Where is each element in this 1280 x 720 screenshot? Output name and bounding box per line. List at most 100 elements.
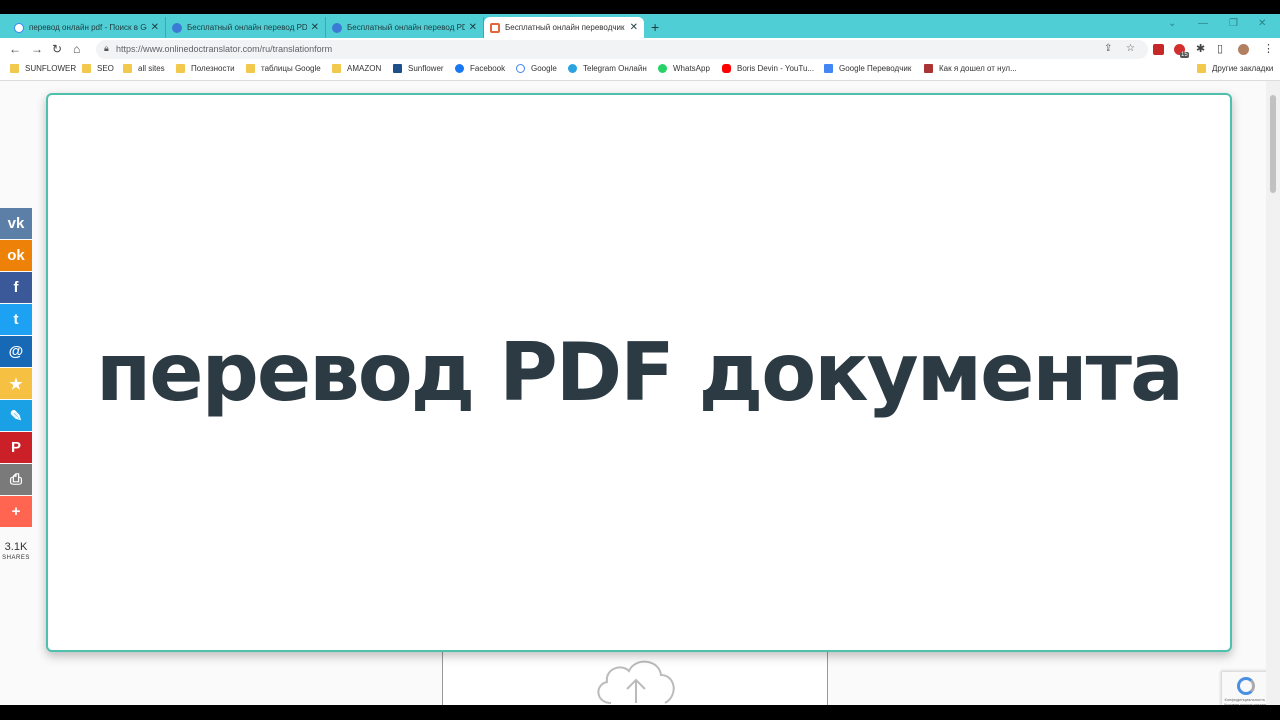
bookmark-seo[interactable]: SEO (82, 64, 114, 73)
address-bar[interactable]: 🔒︎ https://www.onlinedoctranslator.com/r… (96, 40, 1148, 59)
restore-icon[interactable]: ❐ (1229, 18, 1238, 29)
odnoklassniki-icon: ok (7, 247, 25, 264)
sunflower-icon (393, 64, 402, 73)
tab-title: Бесплатный онлайн перевод PDF (187, 23, 307, 32)
bookmark-whatsapp[interactable]: WhatsApp (658, 64, 710, 73)
bookmark-label: Другие закладки (1212, 64, 1274, 73)
tab-translator-1[interactable]: Бесплатный онлайн перевод PDF ✕ (166, 17, 326, 38)
share-twitter-button[interactable]: t (0, 304, 32, 335)
bookmark-telegram[interactable]: Telegram Онлайн (568, 64, 647, 73)
bookmark-google[interactable]: Google (516, 64, 557, 73)
new-tab-button[interactable]: + (651, 19, 659, 35)
bookmark-label: Boris Devin - YouTu... (737, 64, 815, 73)
tab-strip: перевод онлайн pdf - Поиск в Google ✕ Бе… (0, 14, 1280, 38)
side-panel-icon[interactable]: ▯ (1217, 42, 1223, 55)
folder-icon (176, 64, 185, 73)
translator-icon (172, 22, 182, 33)
scrollbar-thumb[interactable] (1270, 95, 1276, 193)
twitter-icon: t (13, 311, 19, 328)
close-icon[interactable]: ✕ (311, 22, 319, 33)
close-icon[interactable]: ✕ (469, 22, 477, 33)
whatsapp-icon (658, 64, 667, 73)
facebook-icon: f (13, 279, 19, 296)
bookmark-label: Как я дошел от нул... (939, 64, 1017, 73)
close-window-icon[interactable]: ✕ (1258, 18, 1266, 29)
youtube-icon (722, 64, 731, 73)
bookmark-youtube[interactable]: Boris Devin - YouTu... (722, 64, 814, 73)
print-icon: ⎙ (9, 471, 22, 488)
onlinedoctranslator-icon (490, 22, 500, 33)
share-more-button[interactable]: + (0, 496, 32, 527)
tab-translator-2[interactable]: Бесплатный онлайн перевод PDF ✕ (326, 17, 484, 38)
extensions-puzzle-icon[interactable]: ✱ (1196, 42, 1205, 55)
bookmark-google-translate[interactable]: Google Переводчик (824, 64, 911, 73)
share-pinterest-button[interactable]: P (0, 432, 32, 463)
vk-icon: vk (7, 215, 25, 232)
tab-search-icon[interactable]: ⌄ (1168, 18, 1176, 29)
share-odnoklassniki-button[interactable]: ok (0, 240, 32, 271)
bookmark-facebook[interactable]: Facebook (455, 64, 505, 73)
forward-icon[interactable]: → (31, 42, 43, 56)
folder-icon (123, 64, 132, 73)
folder-icon (332, 64, 341, 73)
bookmark-amazon[interactable]: AMAZON (332, 64, 381, 73)
url-text[interactable]: https://www.onlinedoctranslator.com/ru/t… (116, 44, 332, 54)
translator-icon (332, 22, 342, 33)
bookmark-tablitsy-google[interactable]: таблицы Google (246, 64, 321, 73)
star-icon: ★ (9, 375, 23, 393)
plus-icon: + (11, 503, 21, 520)
share-livejournal-button[interactable]: ✎ (0, 400, 32, 431)
facebook-icon (455, 64, 464, 73)
page-scrollbar[interactable] (1266, 81, 1280, 705)
folder-icon (246, 64, 255, 73)
cloud-upload-icon (597, 660, 675, 704)
google-icon (516, 64, 525, 73)
bookmark-label: SUNFLOWER (25, 64, 77, 73)
browser-toolbar: ← → ↻ ⌂ 🔒︎ https://www.onlinedoctranslat… (0, 38, 1280, 61)
close-icon[interactable]: ✕ (151, 22, 159, 33)
menu-icon[interactable]: ⋮ (1263, 42, 1274, 55)
close-icon[interactable]: ✕ (630, 22, 638, 33)
shares-label: SHARES (2, 555, 30, 561)
home-icon[interactable]: ⌂ (73, 42, 80, 56)
tab-title: перевод онлайн pdf - Поиск в Google (29, 23, 147, 32)
tab-title: Бесплатный онлайн перевод PDF (347, 23, 465, 32)
telegram-icon (568, 64, 577, 73)
pen-icon: ✎ (9, 407, 23, 425)
reload-icon[interactable]: ↻ (52, 42, 62, 56)
tab-google-search[interactable]: перевод онлайн pdf - Поиск в Google ✕ (8, 17, 166, 38)
bookmark-sunflower[interactable]: Sunflower (393, 64, 444, 73)
bookmark-other[interactable]: Другие закладки (1197, 64, 1273, 73)
share-facebook-button[interactable]: f (0, 272, 32, 303)
share-print-button[interactable]: ⎙ (0, 464, 32, 495)
lock-icon: 🔒︎ (104, 43, 109, 53)
bookmark-kak-ya-doshel[interactable]: Как я дошел от нул... (924, 64, 1017, 73)
bookmarks-bar: SUNFLOWER SEO all sites Полезности табли… (0, 61, 1280, 81)
share-vk-button[interactable]: vk (0, 208, 32, 239)
back-icon[interactable]: ← (9, 42, 21, 56)
bookmark-label: WhatsApp (673, 64, 710, 73)
bookmark-all-sites[interactable]: all sites (123, 64, 165, 73)
extension-badge-count: 15 (1180, 52, 1189, 58)
share-icon[interactable]: ⇪ (1104, 43, 1112, 54)
bookmark-label: AMAZON (347, 64, 382, 73)
profile-avatar-icon[interactable] (1238, 44, 1249, 55)
bookmark-label: Telegram Онлайн (583, 64, 647, 73)
recaptcha-badge[interactable]: Конфиденциальность - Условия использован… (1221, 671, 1271, 705)
google-translate-icon (824, 64, 833, 73)
bookmark-label: Facebook (470, 64, 506, 73)
bookmark-label: таблицы Google (261, 64, 321, 73)
tab-onlinedoctranslator[interactable]: Бесплатный онлайн переводчик ✕ (484, 17, 644, 38)
bookmark-label: Полезности (191, 64, 235, 73)
bookmark-star-icon[interactable]: ☆ (1126, 43, 1135, 54)
bookmark-poleznosti[interactable]: Полезности (176, 64, 235, 73)
minimize-icon[interactable]: — (1198, 18, 1208, 29)
folder-icon (10, 64, 19, 73)
bookmark-sunflower-folder[interactable]: SUNFLOWER (10, 64, 76, 73)
share-email-button[interactable]: @ (0, 336, 32, 367)
share-favorites-button[interactable]: ★ (0, 368, 32, 399)
folder-icon (82, 64, 91, 73)
extension-red-icon[interactable] (1153, 44, 1164, 55)
browser-window: перевод онлайн pdf - Поиск в Google ✕ Бе… (0, 14, 1280, 705)
bookmark-label: Sunflower (408, 64, 444, 73)
